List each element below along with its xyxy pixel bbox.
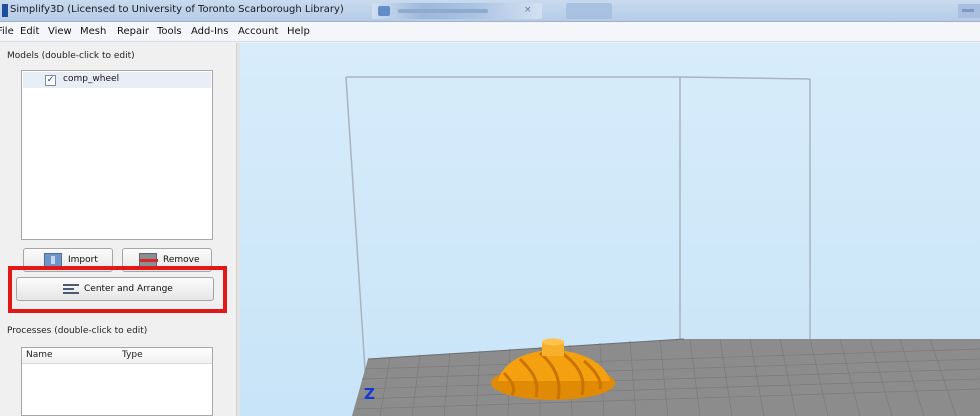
highlight-annotation — [8, 266, 227, 313]
app-icon — [2, 4, 8, 17]
z-axis-label: Z — [364, 385, 375, 403]
model-visibility-checkbox[interactable]: ✓ — [45, 75, 56, 86]
taskbar-tab-blurred-2[interactable] — [566, 3, 612, 19]
blurred-tab-title — [398, 9, 488, 13]
import-button-label: Import — [68, 255, 98, 265]
build-volume-left-edge — [345, 76, 369, 416]
menu-help[interactable]: Help — [287, 26, 310, 37]
browser-icon — [378, 6, 390, 16]
processes-section-label: Processes (double-click to edit) — [7, 326, 148, 336]
window-titlebar: Simplify3D (Licensed to University of To… — [0, 0, 980, 22]
menu-mesh[interactable]: Mesh — [80, 26, 106, 37]
column-header-name[interactable]: Name — [26, 350, 53, 360]
models-list[interactable]: ✓ comp_wheel — [21, 70, 213, 240]
column-header-type[interactable]: Type — [122, 350, 143, 360]
close-icon[interactable]: × — [524, 5, 532, 15]
menu-account[interactable]: Account — [238, 26, 278, 37]
models-section-label: Models (double-click to edit) — [7, 51, 135, 61]
menu-bar: File Edit View Mesh Repair Tools Add-Ins… — [0, 22, 980, 42]
taskbar-tab-blurred[interactable]: × — [372, 3, 542, 19]
list-item[interactable]: ✓ comp_wheel — [23, 72, 211, 88]
remove-button-label: Remove — [163, 255, 200, 265]
menu-view[interactable]: View — [48, 26, 72, 37]
import-icon — [44, 253, 62, 267]
menu-edit[interactable]: Edit — [20, 26, 39, 37]
build-volume-top-right-edge — [679, 76, 811, 80]
minimize-button[interactable] — [958, 4, 980, 18]
processes-list[interactable]: Name Type — [21, 347, 213, 416]
window-title: Simplify3D (Licensed to University of To… — [10, 4, 344, 15]
build-volume-scene — [345, 76, 980, 416]
menu-tools[interactable]: Tools — [157, 26, 182, 37]
minimize-icon — [962, 9, 974, 12]
print-bed-surface — [352, 339, 980, 416]
menu-add-ins[interactable]: Add-Ins — [191, 26, 228, 37]
menu-repair[interactable]: Repair — [117, 26, 149, 37]
processes-header: Name Type — [22, 348, 212, 364]
model-name: comp_wheel — [63, 74, 120, 84]
3d-viewport[interactable]: Z — [240, 43, 980, 416]
menu-file[interactable]: File — [0, 26, 14, 37]
remove-icon — [139, 253, 158, 267]
print-bed — [352, 338, 980, 416]
